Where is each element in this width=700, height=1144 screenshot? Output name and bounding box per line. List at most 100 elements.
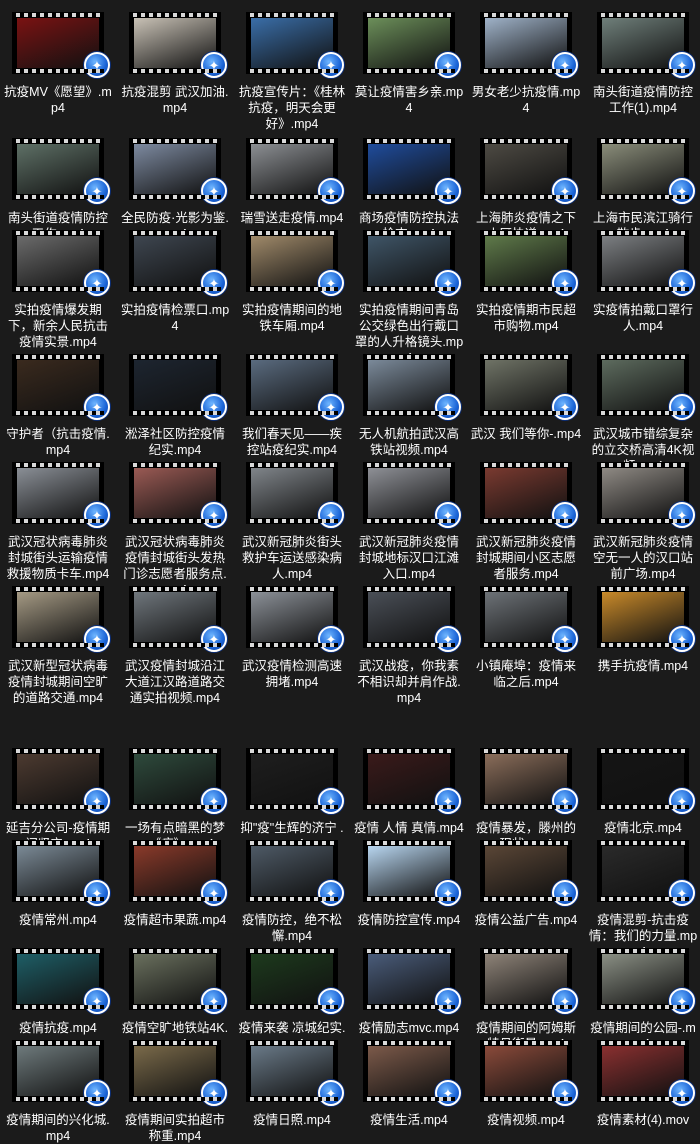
video-file-badge-icon: ✦ <box>318 394 344 420</box>
file-item[interactable]: ✦ 实拍疫情期市民超市购物.mp4 <box>468 230 584 334</box>
file-item[interactable]: ✦ 武汉新冠肺炎街头救护车运送感染病人.mp4 <box>234 462 350 582</box>
file-item[interactable]: ✦ 实拍疫情检票口.mp4 <box>117 230 233 334</box>
video-thumbnail: ✦ <box>597 840 695 906</box>
video-file-badge-icon: ✦ <box>435 880 461 906</box>
video-file-badge-icon: ✦ <box>435 178 461 204</box>
file-item[interactable]: ✦疫情来袭 凉城纪实.mp4 <box>234 948 350 1052</box>
file-item[interactable]: ✦ 疫情防控宣传.mp4 <box>351 840 467 928</box>
video-file-badge-icon: ✦ <box>318 52 344 78</box>
file-name: 瑞雪送走疫情.mp4 <box>240 211 344 225</box>
file-item[interactable]: ✦ 武汉疫情封城沿江大道江汉路道路交通实拍视频.mp4 <box>117 586 233 706</box>
file-item[interactable]: ✦ 武汉新冠肺炎疫情空无一人的汉口站前广场.mp4 <box>585 462 700 582</box>
video-thumbnail: ✦ <box>246 138 344 204</box>
video-thumbnail: ✦ <box>363 948 461 1014</box>
video-file-badge-icon: ✦ <box>669 988 695 1014</box>
file-name: 抗疫宣传片：《桂林抗疫，明天会更好》.mp4 <box>238 85 346 131</box>
file-item[interactable]: ✦ 疫情素材(4).mov <box>585 1040 700 1128</box>
file-item[interactable]: ✦ 实疫情拍戴口罩行人.mp4 <box>585 230 700 334</box>
file-item[interactable]: ✦ 疫情公益广告.mp4 <box>468 840 584 928</box>
video-file-badge-icon: ✦ <box>84 880 110 906</box>
file-item[interactable]: ✦上海肺炎疫情之下小区快递.mp4 <box>468 138 584 242</box>
video-file-badge-icon: ✦ <box>84 788 110 814</box>
video-thumbnail: ✦ <box>597 748 695 814</box>
video-thumbnail: ✦ <box>597 354 695 420</box>
file-item[interactable]: ✦ 武汉疫情检测高速拥堵.mp4 <box>234 586 350 690</box>
file-item[interactable]: ✦ 疫情生活.mp4 <box>351 1040 467 1128</box>
file-name: 莫让疫情害乡亲.mp4 <box>354 85 464 115</box>
file-item[interactable]: ✦ 男女老少抗疫情.mp4 <box>468 12 584 116</box>
file-item[interactable]: ✦疫情混剪-抗击疫情：我们的力量.mp4 <box>585 840 700 960</box>
file-item[interactable]: ✦ 抗疫宣传片：《桂林抗疫，明天会更好》.mp4 <box>234 12 350 132</box>
file-name: 疫情北京.mp4 <box>604 821 682 835</box>
video-thumbnail: ✦ <box>129 586 227 652</box>
file-item[interactable]: ✦ 抗疫混剪 武汉加油.mp4 <box>117 12 233 116</box>
video-thumbnail: ✦ <box>129 840 227 906</box>
file-name: 实拍疫情检票口.mp4 <box>120 303 230 333</box>
video-thumbnail: ✦ <box>363 586 461 652</box>
file-item[interactable]: ✦ 瑞雪送走疫情.mp4 <box>234 138 350 226</box>
file-item[interactable]: ✦ 武汉冠状病毒肺炎封城街头运输疫情救援物质卡车.mp4 <box>0 462 116 582</box>
file-name: 武汉疫情封城沿江大道江汉路道路交通实拍视频.mp4 <box>124 659 225 705</box>
file-item[interactable]: ✦ 疫情 人情 真情.mp4 <box>351 748 467 836</box>
file-item[interactable]: ✦ 莫让疫情害乡亲.mp4 <box>351 12 467 116</box>
file-item[interactable]: ✦ 疫情抗疫.mp4 <box>0 948 116 1036</box>
file-item[interactable]: ✦ 我们春天见——疾控站疫纪实.mp4 <box>234 354 350 458</box>
file-item[interactable]: ✦ 实拍疫情期间的地铁车厢.mp4 <box>234 230 350 334</box>
file-item[interactable]: ✦ 疫情期间的兴化城.mp4 <box>0 1040 116 1144</box>
file-item[interactable]: ✦商场疫情防控执法检查.mp4 <box>351 138 467 242</box>
file-item[interactable]: ✦ 守护者（抗击疫情.mp4 <box>0 354 116 458</box>
video-thumbnail: ✦ <box>363 840 461 906</box>
file-item[interactable]: ✦上海市民滨江骑行散步.mp4 <box>585 138 700 242</box>
file-item[interactable]: ✦ 武汉新型冠状病毒疫情封城期间空旷的道路交通.mp4 <box>0 586 116 706</box>
file-item[interactable]: ✦ 疫情防控，绝不松懈.mp4 <box>234 840 350 944</box>
file-item[interactable]: ✦ 疫情期间实拍超市称重.mp4 <box>117 1040 233 1144</box>
file-name: 守护者（抗击疫情.mp4 <box>6 427 110 457</box>
file-name: 南头街道疫情防控工作(1).mp4 <box>592 85 693 115</box>
video-file-badge-icon: ✦ <box>669 270 695 296</box>
video-thumbnail: ✦ <box>12 948 110 1014</box>
video-thumbnail: ✦ <box>480 948 578 1014</box>
file-item[interactable]: ✦全民防疫·光影为鉴.mp4 <box>117 138 233 242</box>
file-item[interactable]: ✦ 武汉新冠肺炎疫情封城期间小区志愿者服务.mp4 <box>468 462 584 582</box>
file-item[interactable]: ✦ 疫情超市果蔬.mp4 <box>117 840 233 928</box>
file-name: 武汉战疫，你我素不相识却并肩作战.mp4 <box>357 659 461 705</box>
video-file-badge-icon: ✦ <box>552 626 578 652</box>
file-name: 疫情生活.mp4 <box>370 1113 448 1127</box>
file-item[interactable]: ✦ 小镇庵埠：疫情来临之后.mp4 <box>468 586 584 690</box>
file-item[interactable]: ✦一场有点暗黑的梦—《疫》.mp4 <box>117 748 233 852</box>
file-name: 无人机航拍武汉高铁站视频.mp4 <box>358 427 459 457</box>
video-file-badge-icon: ✦ <box>318 626 344 652</box>
video-thumbnail: ✦ <box>597 12 695 78</box>
video-file-badge-icon: ✦ <box>435 502 461 528</box>
file-item[interactable]: ✦疫情期间的公园-.mp4 <box>585 948 700 1052</box>
file-item[interactable]: ✦疫情期间的阿姆斯特丹街景.mp4 <box>468 948 584 1052</box>
file-item[interactable]: ✦ 抗疫MV《愿望》.mp4 <box>0 12 116 116</box>
file-item[interactable]: ✦ 武汉新冠肺炎疫情封城地标汉口江滩入口.mp4 <box>351 462 467 582</box>
file-item[interactable]: ✦ 疫情励志mvc.mp4 <box>351 948 467 1036</box>
file-item[interactable]: ✦疫情空旷地铁站4K.mp4 <box>117 948 233 1052</box>
file-item[interactable]: ✦ 疫情日照.mp4 <box>234 1040 350 1128</box>
video-thumbnail: ✦ <box>129 1040 227 1106</box>
file-item[interactable]: ✦延吉分公司-疫情期间坚守.mp4 <box>0 748 116 852</box>
video-file-badge-icon: ✦ <box>669 788 695 814</box>
file-item[interactable]: ✦ 无人机航拍武汉高铁站视频.mp4 <box>351 354 467 458</box>
file-item[interactable]: ✦ 武汉 我们等你-.mp4 <box>468 354 584 442</box>
video-file-badge-icon: ✦ <box>84 1080 110 1106</box>
file-item[interactable]: ✦ 疫情北京.mp4 <box>585 748 700 836</box>
file-item[interactable]: ✦疫情暴发，滕州的现状.mp4 <box>468 748 584 852</box>
file-item[interactable]: ✦ 携手抗疫情.mp4 <box>585 586 700 674</box>
file-item[interactable]: ✦ 武汉战疫，你我素不相识却并肩作战.mp4 <box>351 586 467 706</box>
file-name: 武汉新冠肺炎疫情封城期间小区志愿者服务.mp4 <box>475 535 576 581</box>
file-item[interactable]: ✦ 淞泽社区防控疫情纪实.mp4 <box>117 354 233 458</box>
file-item[interactable]: ✦ 实拍疫情爆发期下，新余人民抗击疫情实景.mp4 <box>0 230 116 350</box>
video-file-badge-icon: ✦ <box>201 626 227 652</box>
file-item[interactable]: ✦实拍疫情期间青岛公交绿色出行戴口罩的人升格镜头.mp4 <box>351 230 467 366</box>
file-item[interactable]: ✦武汉冠状病毒肺炎疫情封城街头发热门诊志愿者服务点.mp4 <box>117 462 233 598</box>
file-item[interactable]: ✦南头街道疫情防控工作.mp4 <box>0 138 116 242</box>
file-item[interactable]: ✦ 疫情视频.mp4 <box>468 1040 584 1128</box>
file-name: 疫情期间的兴化城.mp4 <box>6 1113 110 1143</box>
file-item[interactable]: ✦武汉城市错综复杂的立交桥高清4K视频.mp4 <box>585 354 700 474</box>
file-item[interactable]: ✦ 疫情常州.mp4 <box>0 840 116 928</box>
file-item[interactable]: ✦抑"疫"生辉的济宁 .mp4 <box>234 748 350 852</box>
file-item[interactable]: ✦ 南头街道疫情防控工作(1).mp4 <box>585 12 700 116</box>
